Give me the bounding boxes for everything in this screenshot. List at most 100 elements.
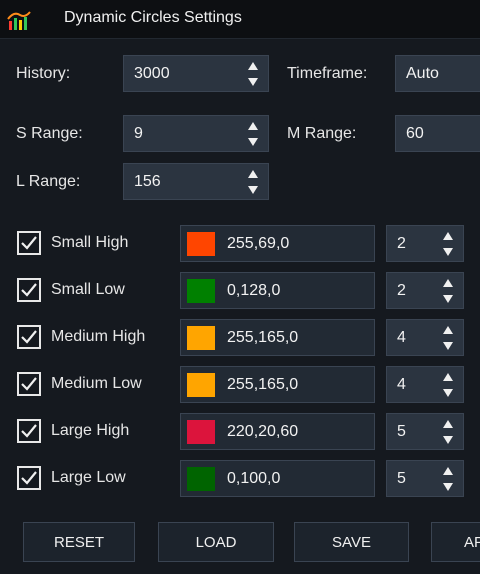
color-value: 0,100,0 [227,470,281,487]
large-high-width-spinbox[interactable]: 5 [386,413,464,450]
color-swatch [187,467,215,491]
l-range-spinbox[interactable]: 156 [123,163,269,200]
increment-button[interactable] [433,462,463,479]
m-range-value: 60 [406,125,424,142]
decrement-button[interactable] [433,337,463,354]
arrow-down-icon [443,435,453,444]
color-value: 220,20,60 [227,423,299,440]
arrow-up-icon [248,121,258,130]
arrow-up-icon [443,419,453,428]
color-swatch [187,279,215,303]
increment-button[interactable] [433,321,463,338]
timeframe-value: Auto [406,65,439,82]
timeframe-select[interactable]: Auto [395,55,480,92]
increment-button[interactable] [433,274,463,291]
arrow-down-icon [443,247,453,256]
l-range-decrement-button[interactable] [238,181,268,198]
arrow-up-icon [443,278,453,287]
decrement-button[interactable] [433,431,463,448]
decrement-button[interactable] [433,478,463,495]
width-value: 2 [397,235,406,252]
history-increment-button[interactable] [238,57,268,74]
arrow-up-icon [248,61,258,70]
color-swatch [187,420,215,444]
arrow-down-icon [443,482,453,491]
small-high-color-picker[interactable]: 255,69,0 [180,225,375,262]
width-value: 5 [397,423,406,440]
reset-button[interactable]: RESET [23,522,135,562]
apply-button[interactable]: AP [431,522,480,562]
decrement-button[interactable] [433,384,463,401]
history-label: History: [16,65,71,82]
color-value: 255,69,0 [227,235,290,252]
small-high-checkbox[interactable] [17,231,41,255]
check-icon [21,471,37,485]
increment-button[interactable] [433,227,463,244]
medium-high-label: Medium High [51,328,146,345]
arrow-down-icon [443,341,453,350]
save-button[interactable]: SAVE [294,522,409,562]
large-low-width-spinbox[interactable]: 5 [386,460,464,497]
increment-button[interactable] [433,368,463,385]
width-value: 4 [397,329,406,346]
arrow-down-icon [443,294,453,303]
large-high-label: Large High [51,422,130,439]
s-range-spinbox[interactable]: 9 [123,115,269,152]
check-icon [21,377,37,391]
load-button[interactable]: LOAD [158,522,274,562]
medium-low-checkbox[interactable] [17,372,41,396]
s-range-value: 9 [134,125,143,142]
bar-chart-icon [7,11,31,30]
small-high-label: Small High [51,234,129,251]
large-low-checkbox[interactable] [17,466,41,490]
color-value: 255,165,0 [227,376,299,393]
check-icon [21,330,37,344]
m-range-label: M Range: [287,125,357,142]
window-title: Dynamic Circles Settings [64,9,242,26]
arrow-up-icon [248,169,258,178]
medium-low-color-picker[interactable]: 255,165,0 [180,366,375,403]
arrow-down-icon [248,77,258,86]
color-swatch [187,326,215,350]
medium-high-width-spinbox[interactable]: 4 [386,319,464,356]
color-value: 255,165,0 [227,329,299,346]
medium-high-checkbox[interactable] [17,325,41,349]
l-range-increment-button[interactable] [238,165,268,182]
arrow-up-icon [443,231,453,240]
small-low-color-picker[interactable]: 0,128,0 [180,272,375,309]
timeframe-label: Timeframe: [287,65,368,82]
s-range-label: S Range: [16,125,83,142]
medium-low-width-spinbox[interactable]: 4 [386,366,464,403]
arrow-up-icon [443,466,453,475]
check-icon [21,424,37,438]
check-icon [21,236,37,250]
small-high-width-spinbox[interactable]: 2 [386,225,464,262]
title-bar: Dynamic Circles Settings [0,0,480,39]
l-range-value: 156 [134,173,161,190]
medium-high-color-picker[interactable]: 255,165,0 [180,319,375,356]
decrement-button[interactable] [433,290,463,307]
width-value: 4 [397,376,406,393]
width-value: 5 [397,470,406,487]
s-range-decrement-button[interactable] [238,133,268,150]
m-range-spinbox[interactable]: 60 [395,115,480,152]
increment-button[interactable] [433,415,463,432]
arrow-down-icon [443,388,453,397]
history-spinbox[interactable]: 3000 [123,55,269,92]
large-high-checkbox[interactable] [17,419,41,443]
check-icon [21,283,37,297]
large-high-color-picker[interactable]: 220,20,60 [180,413,375,450]
small-low-width-spinbox[interactable]: 2 [386,272,464,309]
decrement-button[interactable] [433,243,463,260]
s-range-increment-button[interactable] [238,117,268,134]
medium-low-label: Medium Low [51,375,142,392]
small-low-label: Small Low [51,281,125,298]
color-value: 0,128,0 [227,282,281,299]
history-decrement-button[interactable] [238,73,268,90]
width-value: 2 [397,282,406,299]
large-low-color-picker[interactable]: 0,100,0 [180,460,375,497]
small-low-checkbox[interactable] [17,278,41,302]
history-value: 3000 [134,65,170,82]
arrow-up-icon [443,372,453,381]
color-swatch [187,373,215,397]
